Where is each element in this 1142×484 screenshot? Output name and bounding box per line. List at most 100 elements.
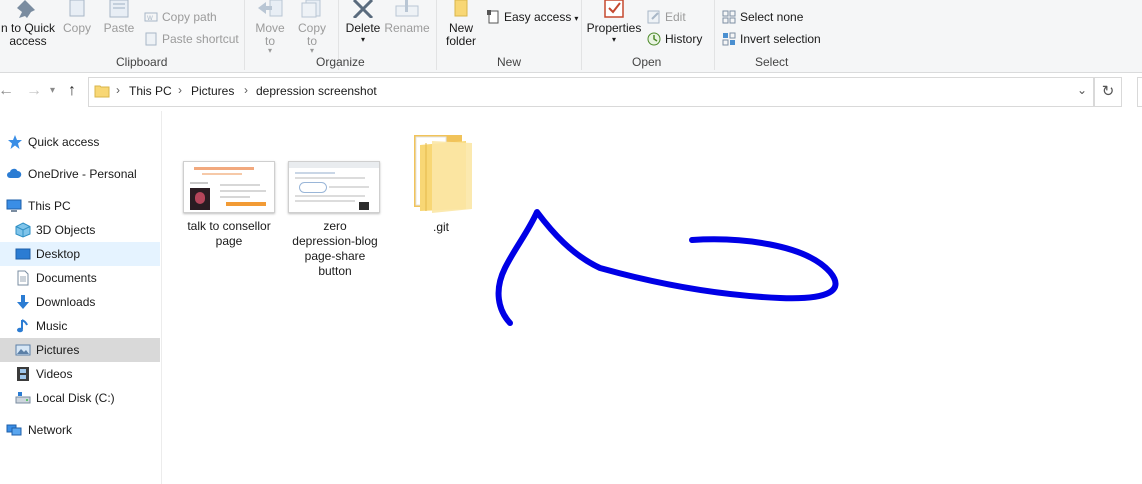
file-name-line: button xyxy=(318,264,352,278)
select-group-label: Select xyxy=(755,55,789,69)
address-bar[interactable]: › This PC › Pictures › depression screen… xyxy=(88,77,1094,107)
image-thumbnail xyxy=(183,161,275,213)
easy-access-label: Easy access xyxy=(504,10,572,24)
easy-access-dropdown[interactable]: Easy access ▾ xyxy=(486,9,578,25)
properties-checkmark-icon xyxy=(604,0,624,18)
select-none-button[interactable]: Select none xyxy=(722,9,803,25)
music-icon xyxy=(17,319,28,333)
nav-item-label: Desktop xyxy=(36,247,81,261)
search-box[interactable] xyxy=(1137,77,1142,107)
paste-shortcut-label: Paste shortcut xyxy=(162,32,239,46)
file-item[interactable]: talk to consellor page xyxy=(180,161,278,249)
navigation-row: ← → ▾ ↑ › This PC › Pictures › depressio… xyxy=(0,73,1142,111)
file-name-line: talk to consellor xyxy=(187,219,271,233)
nav-item-this-pc[interactable]: This PC xyxy=(0,194,160,218)
nav-item-downloads[interactable]: Downloads xyxy=(0,290,160,314)
nav-item-quick-access[interactable]: Quick access xyxy=(0,130,160,154)
nav-item-label: This PC xyxy=(28,199,71,213)
ribbon-divider xyxy=(581,0,582,70)
paste-label: Paste xyxy=(103,21,135,35)
cloud-icon xyxy=(7,168,22,178)
nav-item-label: Documents xyxy=(36,271,97,285)
copy-button[interactable]: Copy xyxy=(62,0,92,35)
new-folder-label-line2: folder xyxy=(445,34,477,48)
network-icon xyxy=(6,424,22,436)
paste-shortcut-icon xyxy=(144,32,158,46)
paste-shortcut-button[interactable]: Paste shortcut xyxy=(144,31,239,47)
nav-item-local-disk[interactable]: Local Disk (C:) xyxy=(0,386,160,410)
nav-item-onedrive[interactable]: OneDrive - Personal xyxy=(0,162,160,186)
breadcrumb-this-pc[interactable]: This PC xyxy=(129,84,172,98)
edit-label: Edit xyxy=(665,10,686,24)
ribbon: n to Quick access Copy Paste W Copy path … xyxy=(0,0,1142,73)
copy-to-button[interactable]: Copy to ▾ xyxy=(296,0,328,55)
back-arrow-icon[interactable]: ← xyxy=(0,82,14,100)
pin-to-quick-access-button[interactable]: n to Quick access xyxy=(0,0,56,48)
nav-item-label: Pictures xyxy=(36,343,80,357)
nav-item-network[interactable]: Network xyxy=(0,418,160,442)
nav-item-desktop[interactable]: Desktop xyxy=(0,242,160,266)
properties-label: Properties xyxy=(586,21,642,35)
history-icon xyxy=(647,32,661,46)
new-folder-button[interactable]: New folder xyxy=(442,0,480,48)
folder-item[interactable]: .git xyxy=(402,129,480,235)
image-thumbnail xyxy=(288,161,380,213)
rename-button[interactable]: Rename xyxy=(384,0,430,35)
copy-path-button[interactable]: W Copy path xyxy=(144,9,217,25)
pin-label-line2: access xyxy=(9,34,47,48)
rename-icon xyxy=(395,0,419,17)
file-name-line: zero xyxy=(323,219,347,233)
forward-arrow-icon[interactable]: → xyxy=(26,82,42,100)
delete-label: Delete xyxy=(345,21,381,35)
new-folder-icon xyxy=(454,0,468,17)
chevron-down-icon: ▾ xyxy=(574,14,579,23)
file-item[interactable]: zero depression-blog page-share button xyxy=(284,161,386,279)
download-icon xyxy=(17,295,29,309)
properties-button[interactable]: Properties ▾ xyxy=(585,0,643,45)
file-name-line: depression-blog xyxy=(292,234,378,248)
move-to-icon xyxy=(258,0,283,17)
history-label: History xyxy=(665,32,703,46)
refresh-icon[interactable]: ↻ xyxy=(1094,77,1122,107)
file-name-line: page-share xyxy=(304,249,366,263)
new-group-label: New xyxy=(497,55,522,69)
invert-selection-icon xyxy=(722,32,736,46)
nav-item-3d-objects[interactable]: 3D Objects xyxy=(0,218,160,242)
svg-text:W: W xyxy=(147,15,153,22)
history-button[interactable]: History xyxy=(647,31,702,47)
nav-item-documents[interactable]: Documents xyxy=(0,266,160,290)
document-icon xyxy=(17,270,29,286)
paste-button[interactable]: Paste xyxy=(102,0,136,35)
file-name-line: page xyxy=(215,234,243,248)
copy-path-icon: W xyxy=(144,10,158,24)
breadcrumb-pictures[interactable]: Pictures xyxy=(191,84,234,98)
move-to-button[interactable]: Move to ▾ xyxy=(254,0,286,55)
edit-button[interactable]: Edit xyxy=(647,9,686,25)
recent-locations-chevron-icon[interactable]: ▾ xyxy=(50,85,55,96)
rename-label: Rename xyxy=(384,21,430,35)
nav-item-pictures[interactable]: Pictures xyxy=(0,338,160,362)
invert-selection-button[interactable]: Invert selection xyxy=(722,31,821,47)
invert-selection-label: Invert selection xyxy=(740,32,821,46)
breadcrumb-separator-icon: › xyxy=(178,83,182,97)
select-none-label: Select none xyxy=(740,10,804,24)
breadcrumb-separator-icon: › xyxy=(116,83,120,97)
nav-item-label: Network xyxy=(28,423,73,437)
file-list: talk to consellor page zero depression-b… xyxy=(162,111,1142,484)
address-history-chevron-icon[interactable]: ⌄ xyxy=(1077,83,1087,97)
nav-item-label: OneDrive - Personal xyxy=(28,167,137,181)
delete-button[interactable]: Delete ▾ xyxy=(344,0,382,45)
desktop-icon xyxy=(15,248,31,260)
nav-item-label: Videos xyxy=(36,367,73,381)
up-arrow-icon[interactable]: ↑ xyxy=(68,82,76,100)
breadcrumb-current-folder[interactable]: depression screenshot xyxy=(256,84,377,98)
nav-item-videos[interactable]: Videos xyxy=(0,362,160,386)
clipboard-group-label: Clipboard xyxy=(116,55,168,69)
easy-access-icon xyxy=(486,10,500,24)
breadcrumb-separator-icon: › xyxy=(244,83,248,97)
nav-item-music[interactable]: Music xyxy=(0,314,160,338)
nav-item-label: Downloads xyxy=(36,295,96,309)
nav-item-label: Local Disk (C:) xyxy=(36,391,115,405)
pictures-icon xyxy=(15,344,31,356)
select-none-icon xyxy=(722,10,736,24)
